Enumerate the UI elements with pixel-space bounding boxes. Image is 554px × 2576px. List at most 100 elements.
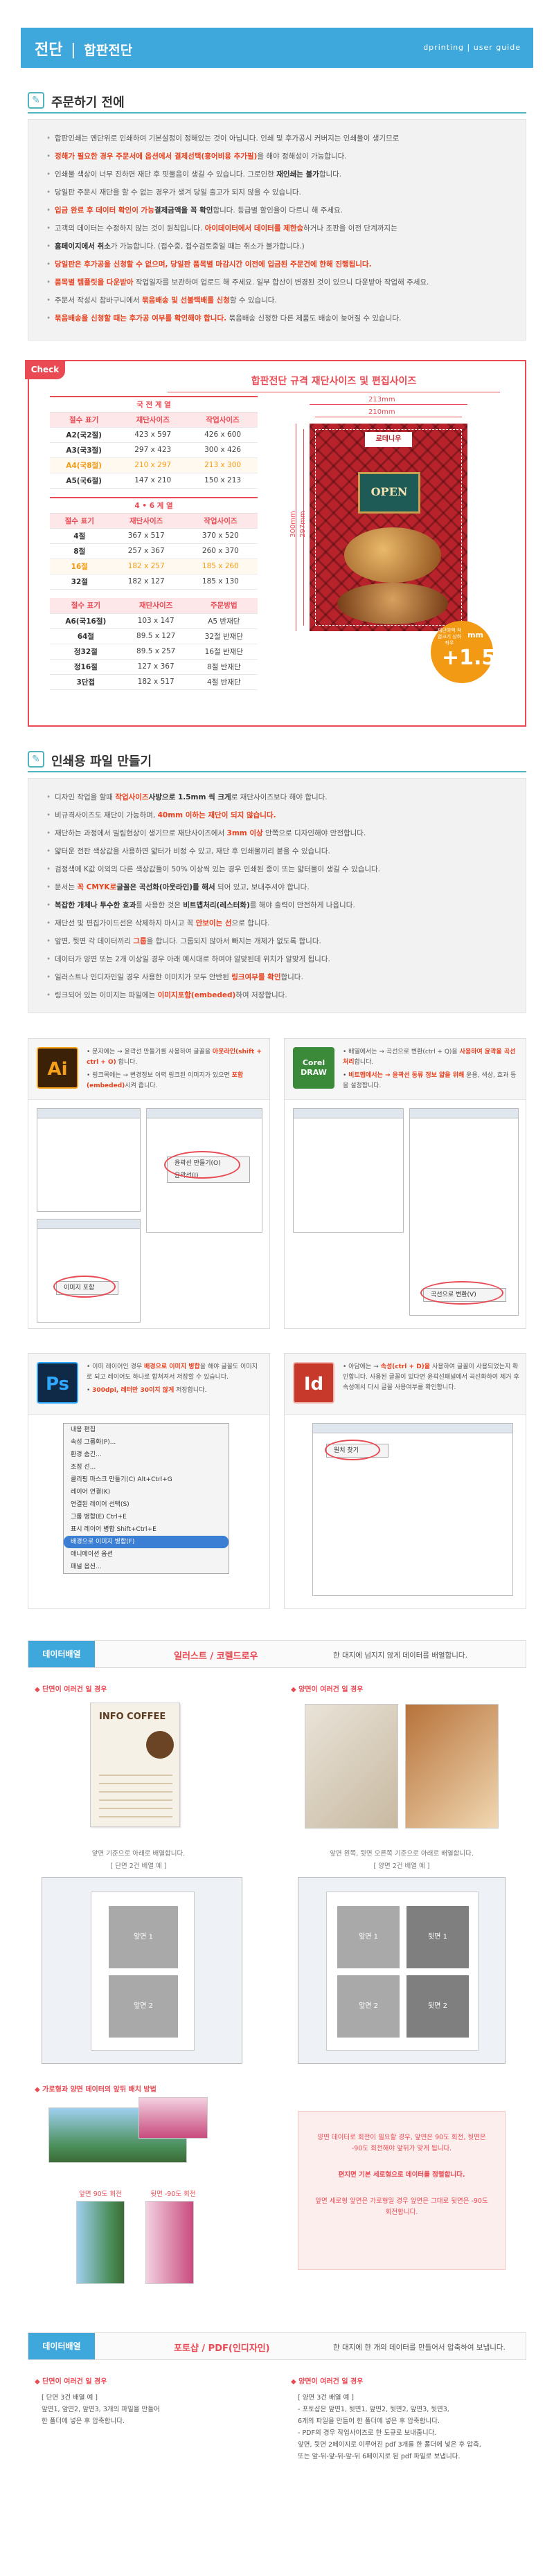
table-cell: 260 x 370 bbox=[183, 543, 258, 559]
table-row: 정16절 127 x 367 8절 반재단 bbox=[50, 659, 258, 675]
slot-back-2: 뒷면 2 bbox=[406, 1975, 469, 2038]
list-item: 문서는 꼭 CMYK로글꼴은 곡선화(아웃라인)를 해서 되어 있고, 보내주셔… bbox=[46, 878, 508, 896]
dim-height-work: 300mm bbox=[289, 511, 297, 538]
coreldraw-panel: Corel DRAW • 배열에서는 → 곡선으로 변환(ctrl + Q)을 … bbox=[284, 1038, 526, 1329]
indesign-head: Id • 아담에는 → 속성(ctrl + D)을 사용하여 글꼴이 사용되었는… bbox=[285, 1354, 526, 1415]
bleed-unit: mm bbox=[467, 631, 483, 640]
emphasis-red: 묶음배송을 신청할 때는 후가공 여부를 확인해야 합니다. bbox=[55, 314, 227, 323]
print-file-box: 디자인 작업을 할때 작업사이즈사방으로 1.5mm 씩 크게로 재단사이즈보다… bbox=[28, 778, 526, 1013]
menu-item[interactable]: 환경 숨긴... bbox=[64, 1449, 229, 1461]
menu-item[interactable]: 애니메이션 옵션 bbox=[64, 1548, 229, 1561]
table-cell: 367 x 517 bbox=[109, 528, 184, 544]
menu-item[interactable]: 내용 편집 bbox=[64, 1424, 229, 1436]
single-layout-screen: 앞면 1 앞면 2 bbox=[42, 1877, 242, 2064]
text-line: 앞면, 뒷면 2페이지로 이루어진 pdf 3개를 한 폴더에 넣은 후 압축, bbox=[298, 2441, 481, 2449]
table-row: 8절 257 x 367 260 x 370 bbox=[50, 543, 258, 559]
dim-line-w1 bbox=[310, 404, 467, 405]
menu-item[interactable]: 속성 그룹화(P)... bbox=[64, 1436, 229, 1449]
text-line: 앞면1, 앞면2, 앞면3, 3개의 파일을 만들어 bbox=[42, 2406, 160, 2413]
photoshop-head: Ps • 이미 레이어인 경우 배경으로 이미지 병합을 해야 글꼴도 이미지로… bbox=[28, 1354, 269, 1415]
pdf-single-list: [ 단면 3건 배열 예 ] 앞면1, 앞면2, 앞면3, 3개의 파일을 만들어… bbox=[42, 2392, 270, 2427]
text-run: 묶음배송 신청한 다른 제품도 배송이 늦어질 수 있습니다. bbox=[226, 314, 402, 323]
list-item: 고객의 데이터는 수정하지 않는 것이 원칙입니다. 아이데이터에서 데이터를 … bbox=[46, 219, 508, 237]
list-item: 당일판 주문시 재단을 할 수 없는 경우가 생겨 당일 출고가 되지 않을 수… bbox=[46, 183, 508, 201]
section-before-order: ✎ 주문하기 전에 bbox=[28, 89, 526, 114]
data-tag: 데이터배열 bbox=[28, 1641, 95, 1667]
menu-item[interactable]: 배경으로 이미지 병합(F) bbox=[64, 1536, 229, 1548]
emphasis-red: 꼭 CMYK로 bbox=[77, 883, 117, 891]
indesign-text: • 아담에는 → 속성(ctrl + D)을 사용하여 글꼴이 사용되었는지 확… bbox=[343, 1362, 519, 1396]
table-column-header: 재단사이즈 bbox=[109, 513, 184, 529]
text-run: 안쪽으로 디자인해야 안전합니다. bbox=[262, 829, 366, 837]
menu-item[interactable]: 표시 레이어 병합 Shift+Ctrl+E bbox=[64, 1523, 229, 1536]
list-item: 디자인 작업을 할때 작업사이즈사방으로 1.5mm 씩 크게로 재단사이즈보다… bbox=[46, 788, 508, 806]
table-cell: 300 x 426 bbox=[188, 442, 258, 458]
spec-title: 합판전단 규격 재단사이즈 및 편집사이즈 bbox=[168, 374, 500, 392]
table-group-header: 4 • 6 계 열 bbox=[50, 497, 258, 514]
illustrator-icon: Ai bbox=[37, 1047, 78, 1089]
emphasis-red: 이미지포함(embeded) bbox=[157, 991, 236, 999]
menu-item[interactable]: 레이어 연결(K) bbox=[64, 1486, 229, 1498]
instruction-line: • 이미 레이어인 경우 배경으로 이미지 병합을 해야 글꼴도 이미지로 되고… bbox=[87, 1362, 263, 1383]
list-item: 재단선 및 편집가이드선은 삭제하지 마시고 꼭 안보이는 선으로 합니다. bbox=[46, 914, 508, 932]
emphasis-red: 비트맵에서는 → 윤곽선 동류 정보 얇을 위해 bbox=[348, 1072, 465, 1079]
text-line: - 포토샵은 앞면1, 뒷면1, 앞면2, 뒷면2, 앞면3, 뒷면3, bbox=[298, 2406, 449, 2413]
text-run: 하여 저장합니다. bbox=[235, 991, 287, 999]
table-cell: 32절 반재단 bbox=[190, 628, 258, 644]
page-title: 전단 | 합판전단 bbox=[35, 37, 132, 60]
table-row: A5(국6절) 147 x 210 150 x 213 bbox=[50, 473, 258, 489]
menu-item[interactable]: 클리핑 마스크 만들기(C) Alt+Ctrl+G bbox=[64, 1473, 229, 1486]
dim-width-cut: 210mm bbox=[368, 408, 395, 416]
user-guide-label: dprinting | user guide bbox=[423, 43, 521, 52]
table-row: 16절 182 x 257 185 x 260 bbox=[50, 559, 258, 574]
rotate-label: 가로형과 양면 데이터의 앞뒤 배치 방법 bbox=[35, 2083, 157, 2094]
emphasis-bold: 사방으로 1.5mm 씩 크게 bbox=[148, 793, 231, 801]
text-run: 보내주셔야 합니다. bbox=[251, 883, 310, 891]
bullet: • bbox=[87, 1072, 93, 1079]
cut-guide bbox=[315, 429, 462, 626]
bullet: • bbox=[87, 1387, 93, 1394]
emphasis-bold: 복잡한 개체나 투수한 효과 bbox=[55, 901, 136, 909]
double-label: 양면이 여러건 일 경우 bbox=[291, 1683, 363, 1694]
table-cell: 103 x 147 bbox=[121, 613, 190, 629]
menu-item[interactable]: 조정 선... bbox=[64, 1461, 229, 1473]
text-run: 문서는 bbox=[55, 883, 78, 891]
table-cell: A5(국6절) bbox=[50, 473, 118, 489]
emphasis-bold: 비트맵처리(레스터화) bbox=[183, 901, 250, 909]
emphasis-red: 입금 완료 후 데이터 확인이 가능 bbox=[55, 206, 154, 215]
menu-item[interactable]: 패널 옵션... bbox=[64, 1561, 229, 1573]
list-item: 복잡한 개체나 투수한 효과를 사용한 것은 비트맵처리(레스터화)를 해야 출… bbox=[46, 896, 508, 914]
single-caption-2: [ 단면 2건 배열 예 ] bbox=[110, 1862, 167, 1870]
photoshop-panel: Ps • 이미 레이어인 경우 배경으로 이미지 병합을 해야 글꼴도 이미지로… bbox=[28, 1353, 270, 1609]
emphasis-red: 작업사이즈 bbox=[115, 793, 149, 801]
note-2: 편지면 기본 세로형으로 데이터를 정렬합니다. bbox=[338, 2171, 465, 2179]
menu-item[interactable]: 연결된 레이어 선택(S) bbox=[64, 1498, 229, 1511]
text-run: 을 해야 정해성이 가능합니다. bbox=[257, 152, 347, 161]
menu-item[interactable]: 그룹 병합(E) Ctrl+E bbox=[64, 1511, 229, 1523]
table-cell: A6(국16절) bbox=[50, 613, 122, 629]
text-run: 해야 합니다. bbox=[289, 793, 328, 801]
double-caption-2: [ 양면 2건 배열 예 ] bbox=[373, 1862, 430, 1870]
rotated-front bbox=[76, 2201, 125, 2284]
list-item: 당일판은 후가공을 신청할 수 없으며, 당일판 품목별 마감시간 이전에 입금… bbox=[46, 255, 508, 273]
text-run: 합니다. bbox=[319, 170, 342, 179]
slot-front-1: 앞면 1 bbox=[337, 1906, 400, 1968]
slot-front-2: 앞면 2 bbox=[109, 1975, 178, 2038]
text-run: 문자에는 → 윤곽선 만들기를 사용하여 글꼴을 bbox=[92, 1049, 213, 1055]
text-run: 합판인쇄는 옌단위로 인쇄하여 기본설정이 정해있는 것이 아닙니다. 인쇄 및… bbox=[55, 134, 400, 143]
dim-width-work: 213mm bbox=[368, 396, 395, 403]
data-head-pdf: 데이터배열 포토샵 / PDF(인디자인) 한 대지에 한 개의 데이터를 만들… bbox=[28, 2332, 526, 2360]
text-run: 앞면, 뒷면 각 데이터끼리 bbox=[55, 937, 134, 945]
table-row: 정32절 89.5 x 257 16절 반재단 bbox=[50, 644, 258, 660]
bullet: • bbox=[343, 1363, 349, 1370]
text-run: 링크되어 있는 이미지는 파일에는 bbox=[55, 991, 158, 999]
emphasis-red: 링크여부를 확인 bbox=[231, 973, 281, 981]
data-desc: 한 대지에 한 개의 데이터를 만들어서 압축하여 보냅니다. bbox=[333, 2343, 506, 2352]
table-cell: 370 x 520 bbox=[183, 528, 258, 544]
emphasis-red: 그룹 bbox=[133, 937, 147, 945]
photoshop-icon: Ps bbox=[37, 1362, 78, 1404]
text-run: 검정색에 K값 이외의 다른 색상값들이 50% 이상씩 있는 경우 인쇄된 종… bbox=[55, 865, 381, 873]
emphasis-red: 품목별 템플릿을 다운받아 bbox=[55, 278, 134, 287]
table-cell: A4(국8절) bbox=[50, 457, 118, 473]
indesign-panel: Id • 아담에는 → 속성(ctrl + D)을 사용하여 글꼴이 사용되었는… bbox=[284, 1353, 526, 1609]
